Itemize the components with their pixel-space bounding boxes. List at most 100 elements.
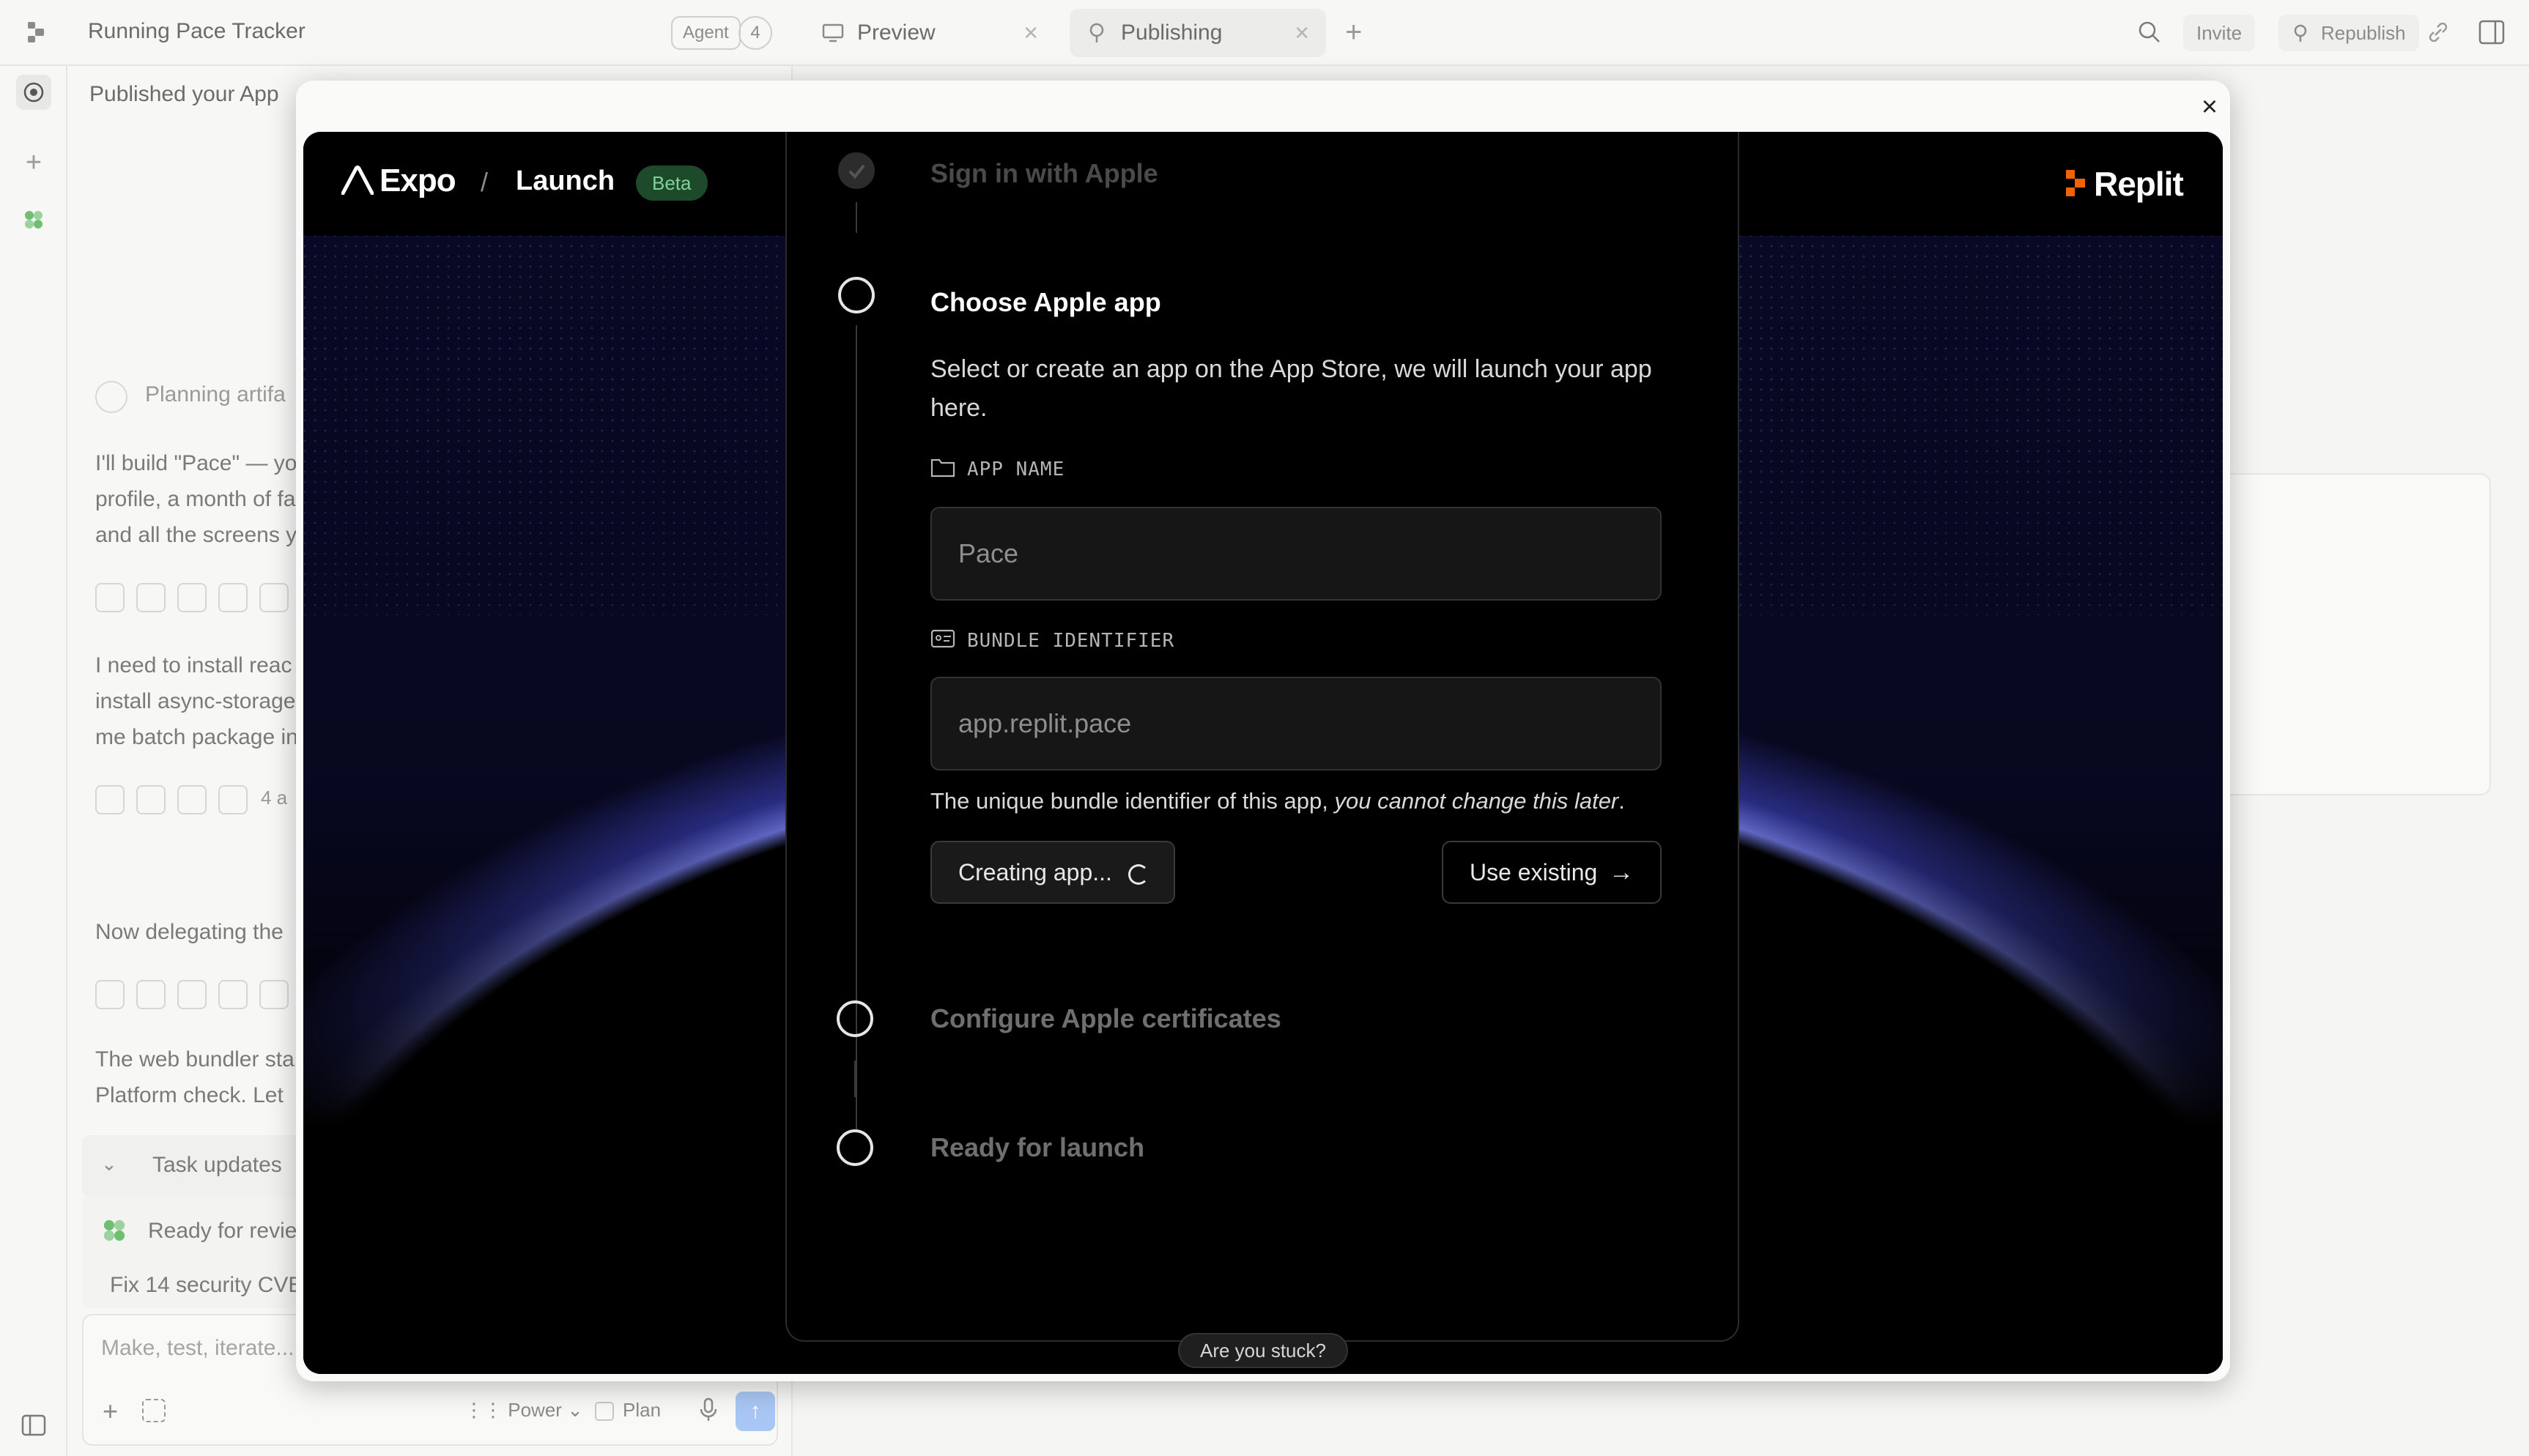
replit-logo-icon[interactable] bbox=[23, 19, 50, 45]
microphone-icon[interactable] bbox=[699, 1397, 718, 1422]
replit-brand: Replit bbox=[2094, 165, 2184, 203]
task-updates-label: Task updates bbox=[152, 1153, 282, 1177]
power-mode-label: Power bbox=[508, 1399, 562, 1421]
code-icon[interactable] bbox=[95, 980, 125, 1009]
step-connector bbox=[856, 202, 857, 233]
invite-button[interactable]: Invite bbox=[2183, 15, 2256, 51]
agent-label[interactable]: Agent bbox=[671, 16, 741, 50]
arrow-right-icon: → bbox=[1609, 858, 1634, 886]
message-line: me batch package in bbox=[95, 725, 298, 749]
plan-label: Plan bbox=[623, 1399, 662, 1421]
close-icon[interactable]: ✕ bbox=[1023, 22, 1039, 45]
use-existing-button[interactable]: Use existing → bbox=[1442, 841, 1662, 904]
app-icon bbox=[103, 1219, 125, 1241]
tool-calls-row[interactable] bbox=[95, 583, 289, 612]
chat-message: Now delegating the bbox=[95, 914, 284, 950]
code-icon[interactable] bbox=[95, 583, 125, 612]
scan-icon[interactable] bbox=[136, 980, 166, 1009]
step-connector bbox=[854, 1061, 856, 1097]
launch-modal-content: Expo / Launch Beta Replit Sign in with A… bbox=[303, 132, 2223, 1374]
expo-logo-icon bbox=[341, 166, 374, 195]
agent-count-badge[interactable]: 4 bbox=[738, 16, 772, 50]
task-title: Fix 14 security CVEs bbox=[110, 1273, 314, 1297]
agent-icon bbox=[23, 82, 44, 103]
id-card-icon bbox=[930, 629, 955, 648]
message-line: The web bundler sta bbox=[95, 1047, 295, 1071]
rail-app-button[interactable] bbox=[16, 202, 51, 237]
rail-sidebar-toggle[interactable] bbox=[16, 1408, 51, 1443]
tool-calls-row[interactable] bbox=[95, 785, 248, 814]
tab-publishing[interactable]: Publishing ✕ bbox=[1070, 9, 1326, 57]
are-you-stuck-button[interactable]: Are you stuck? bbox=[1178, 1333, 1348, 1368]
message-line: I'll build "Pace" — yo bbox=[95, 451, 297, 475]
spinner-icon bbox=[1128, 864, 1149, 885]
globe-icon[interactable] bbox=[218, 980, 248, 1009]
tab-publishing-label: Publishing bbox=[1121, 21, 1223, 45]
breadcrumb-launch: Launch bbox=[516, 166, 615, 196]
code-icon[interactable] bbox=[218, 583, 248, 612]
rail-agent-button[interactable] bbox=[16, 75, 51, 110]
rail-add-icon[interactable]: + bbox=[16, 145, 51, 180]
hint-text: The unique bundle identifier of this app… bbox=[930, 788, 1335, 814]
tab-preview-label: Preview bbox=[857, 21, 936, 45]
tool-count-note: 4 a bbox=[261, 787, 288, 809]
hourglass-icon[interactable] bbox=[177, 980, 207, 1009]
close-modal-icon[interactable]: × bbox=[2198, 93, 2221, 121]
message-line: I need to install reac bbox=[95, 653, 292, 677]
breadcrumb-separator: / bbox=[481, 167, 489, 197]
tool-calls-row[interactable] bbox=[95, 980, 289, 1009]
chat-message: The web bundler sta Platform check. Let bbox=[95, 1041, 295, 1113]
publishing-icon bbox=[1089, 23, 1104, 42]
tab-preview[interactable]: Preview ✕ bbox=[806, 9, 1055, 57]
republish-label: Republish bbox=[2321, 22, 2406, 44]
brain-icon bbox=[95, 381, 127, 413]
close-icon[interactable]: ✕ bbox=[1294, 22, 1310, 45]
creating-app-button[interactable]: Creating app... bbox=[930, 841, 1175, 904]
terminal-icon[interactable] bbox=[95, 785, 125, 814]
republish-button[interactable]: Republish bbox=[2278, 15, 2419, 51]
message-line: Now delegating the bbox=[95, 920, 284, 944]
search-icon[interactable] bbox=[2136, 19, 2163, 45]
link-icon[interactable] bbox=[2425, 19, 2451, 45]
app-name-input[interactable] bbox=[930, 507, 1662, 601]
app-name-label: APP NAME bbox=[967, 458, 1065, 480]
chevron-down-icon: ⌄ bbox=[101, 1153, 117, 1175]
select-element-icon[interactable] bbox=[142, 1399, 166, 1422]
background-card bbox=[2220, 473, 2491, 795]
beta-badge: Beta bbox=[636, 166, 708, 201]
globe-icon[interactable] bbox=[177, 583, 207, 612]
use-existing-label: Use existing bbox=[1470, 858, 1598, 885]
terminal-icon[interactable] bbox=[136, 785, 166, 814]
app-title[interactable]: Running Pace Tracker bbox=[88, 19, 306, 44]
toggle-panel-icon[interactable] bbox=[2478, 19, 2506, 45]
refresh-icon[interactable] bbox=[259, 980, 289, 1009]
step-complete-icon bbox=[838, 152, 875, 189]
step-pending-icon bbox=[837, 1000, 873, 1037]
globe-icon[interactable] bbox=[177, 785, 207, 814]
task-status: Ready for revie bbox=[148, 1219, 297, 1243]
add-attachment-icon[interactable]: + bbox=[103, 1396, 118, 1427]
send-button[interactable]: ↑ bbox=[736, 1392, 775, 1431]
power-mode-dropdown[interactable]: ⋮⋮ Power ⌄ bbox=[464, 1399, 583, 1422]
hint-emphasis: you cannot change this later bbox=[1334, 788, 1619, 814]
chat-message: I'll build "Pace" — yo profile, a month … bbox=[95, 445, 297, 553]
hint-end: . bbox=[1618, 788, 1625, 814]
planning-label[interactable]: Planning artifa bbox=[145, 382, 286, 407]
step-choose-apple-app: Choose Apple app bbox=[930, 287, 1161, 317]
plan-checkbox[interactable] bbox=[595, 1402, 614, 1421]
message-line: Platform check. Let bbox=[95, 1083, 284, 1107]
message-line: install async-storage bbox=[95, 689, 296, 713]
step-sign-in-apple: Sign in with Apple bbox=[930, 158, 1158, 188]
add-tab-icon[interactable]: + bbox=[1345, 16, 1362, 48]
terminal-icon[interactable] bbox=[218, 785, 248, 814]
image-icon[interactable] bbox=[259, 583, 289, 612]
expo-brand: Expo bbox=[379, 163, 456, 198]
sidebar-icon bbox=[21, 1414, 46, 1436]
step-description: Select or create an app on the App Store… bbox=[930, 355, 1652, 422]
bundle-identifier-label: BUNDLE IDENTIFIER bbox=[967, 630, 1175, 652]
copy-icon[interactable] bbox=[136, 583, 166, 612]
step-active-icon bbox=[838, 277, 875, 313]
folder-icon bbox=[930, 458, 955, 478]
monitor-icon bbox=[822, 23, 844, 42]
bundle-identifier-input[interactable] bbox=[930, 677, 1662, 770]
